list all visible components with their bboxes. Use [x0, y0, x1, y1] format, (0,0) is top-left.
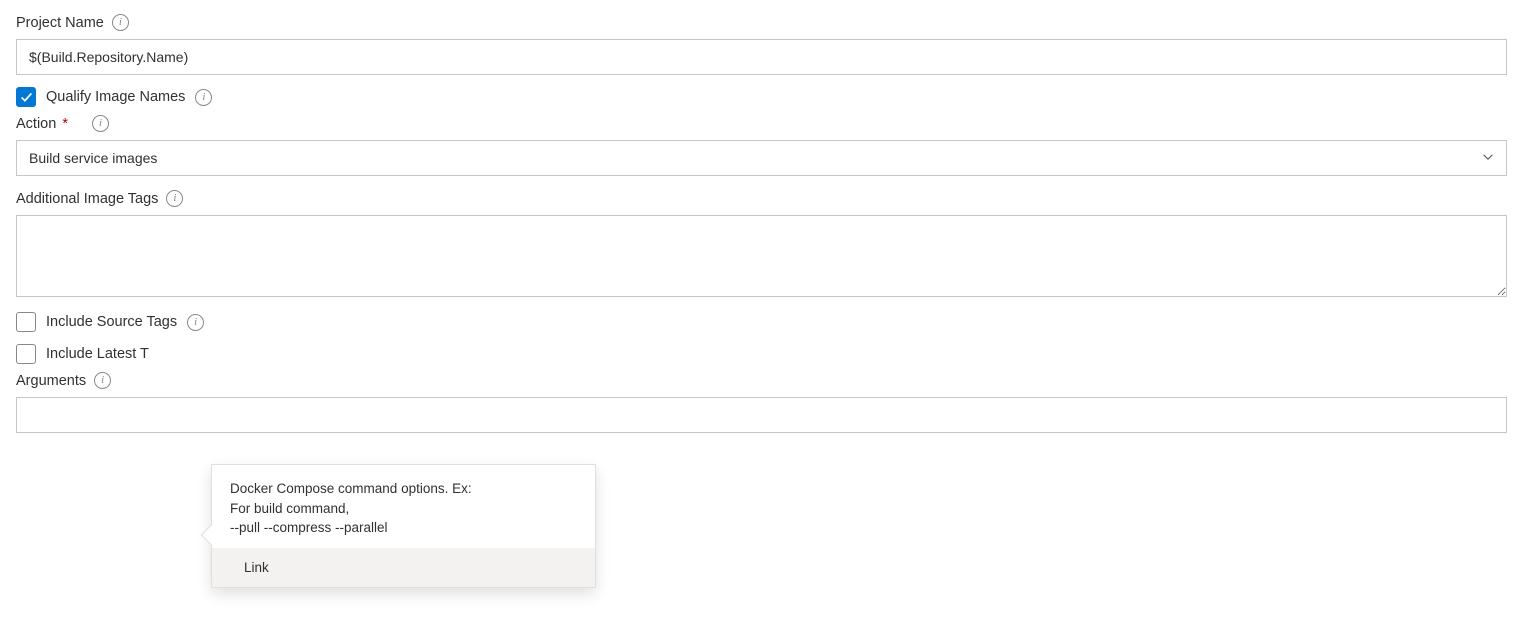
info-icon[interactable]: i — [92, 115, 109, 132]
additional-image-tags-input[interactable] — [16, 215, 1507, 297]
tooltip-body: Docker Compose command options. Ex: For … — [212, 465, 595, 548]
required-indicator: * — [62, 116, 68, 132]
action-select[interactable] — [16, 140, 1507, 176]
arguments-input[interactable] — [16, 397, 1507, 433]
project-name-input[interactable] — [16, 39, 1507, 75]
qualify-image-names-label: Qualify Image Names — [46, 89, 185, 105]
info-icon[interactable]: i — [187, 314, 204, 331]
include-latest-tag-checkbox[interactable] — [16, 344, 36, 364]
qualify-image-names-checkbox[interactable] — [16, 87, 36, 107]
additional-image-tags-label: Additional Image Tags — [16, 191, 158, 207]
include-latest-tag-label: Include Latest T — [46, 346, 149, 362]
tooltip-link[interactable]: Link — [244, 560, 269, 575]
info-icon[interactable]: i — [195, 89, 212, 106]
arguments-tooltip: Docker Compose command options. Ex: For … — [211, 464, 596, 588]
arguments-label: Arguments — [16, 373, 86, 389]
include-source-tags-checkbox[interactable] — [16, 312, 36, 332]
info-icon[interactable]: i — [166, 190, 183, 207]
action-label: Action — [16, 116, 56, 132]
info-icon[interactable]: i — [112, 14, 129, 31]
project-name-label: Project Name — [16, 15, 104, 31]
include-source-tags-label: Include Source Tags — [46, 314, 177, 330]
info-icon[interactable]: i — [94, 372, 111, 389]
